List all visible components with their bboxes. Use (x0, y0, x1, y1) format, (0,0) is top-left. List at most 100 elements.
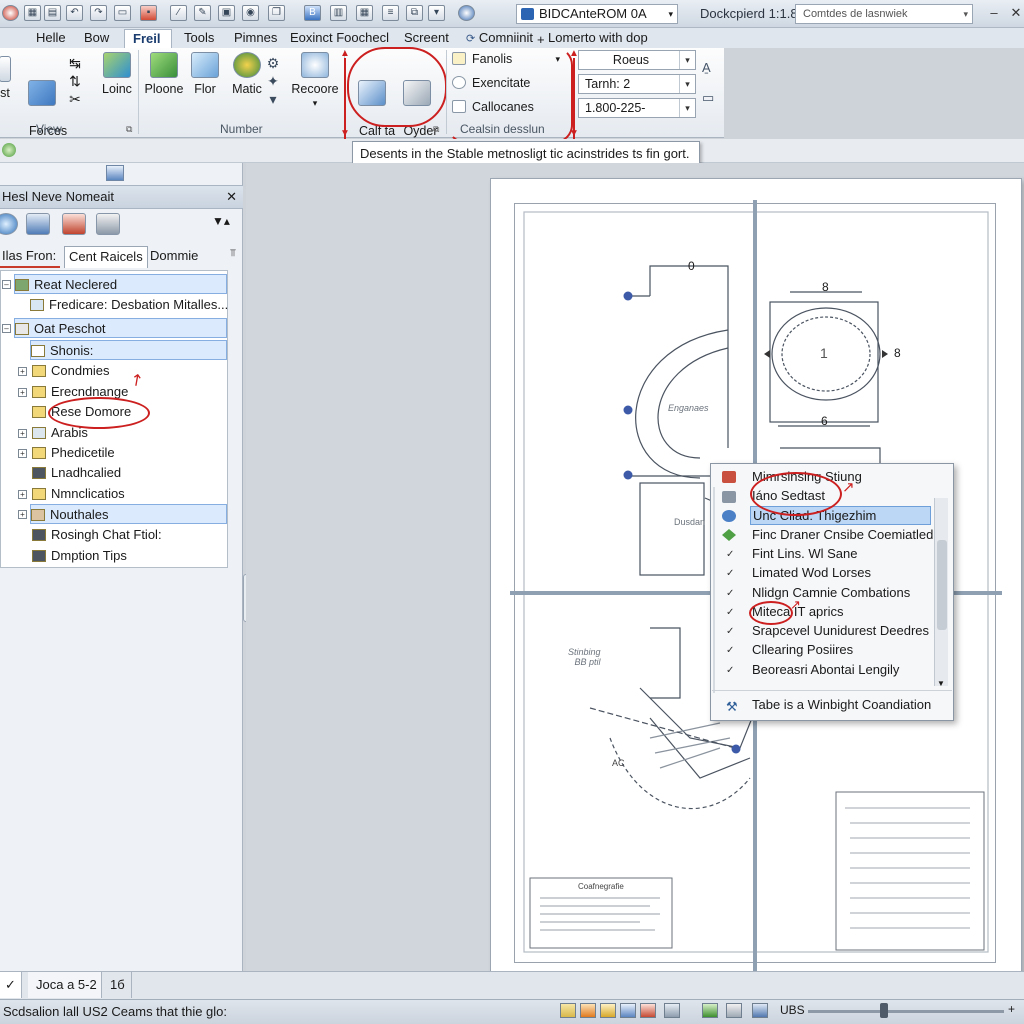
quick-more-icon[interactable]: ▾ (428, 5, 445, 21)
status-icon[interactable] (726, 1003, 742, 1018)
flor-button[interactable]: Flor (190, 52, 220, 96)
expand-icon[interactable]: + (18, 490, 27, 499)
search-input[interactable]: Comtdes de lasnwiek ▾ (795, 4, 973, 24)
tree-node[interactable]: Shonis: (30, 340, 227, 360)
font-icon[interactable]: A̱ (702, 60, 711, 75)
layers-icon[interactable]: ≡ (382, 5, 399, 21)
status-icon[interactable] (640, 1003, 656, 1018)
menu-item[interactable]: Fint Lins. Wl Sane (752, 545, 858, 564)
status-icon[interactable] (580, 1003, 596, 1018)
tree-node[interactable]: Condmies (32, 361, 110, 381)
menu-item[interactable]: Finc Draner Cnsibe Coemiatled (752, 526, 933, 545)
scroll-down-icon[interactable]: ▼ (937, 679, 945, 688)
tree-node[interactable]: Reat Neclered (14, 274, 227, 294)
pen-icon[interactable]: ∕ (170, 5, 187, 21)
status-icon[interactable] (620, 1003, 636, 1018)
blue-app-icon[interactable]: B (304, 5, 321, 21)
expand-icon[interactable]: + (18, 510, 27, 519)
copy-icon[interactable]: ❐ (268, 5, 285, 21)
dialog-launcher-icon[interactable]: ⧉ (433, 124, 439, 135)
expand-icon[interactable]: + (18, 449, 27, 458)
comment-icon[interactable]: ▭ (702, 90, 714, 106)
chevron-down-icon[interactable]: ▾ (668, 5, 673, 23)
tab-dommie[interactable]: Dommie (146, 246, 202, 268)
tree-node[interactable]: Phedicetile (32, 443, 115, 463)
tab-freil[interactable]: Freil (124, 29, 172, 48)
tab-ilas-fron[interactable]: Ilas Fron: (0, 246, 61, 268)
small-tools-button[interactable]: ⚙ ✦ ▾ (262, 54, 284, 108)
expand-icon[interactable]: – (2, 280, 11, 289)
menu-scrollbar[interactable]: ▼ (934, 498, 948, 688)
chevron-down-icon[interactable]: ▾ (679, 99, 695, 117)
tree-node[interactable]: Lnadhcalied (32, 463, 121, 483)
tree-node[interactable]: Fredicare: Desbation Mitalles... (30, 295, 228, 315)
book-icon[interactable] (62, 213, 86, 235)
tab-helle[interactable]: Helle (28, 29, 74, 48)
tab-bow[interactable]: Bow (76, 29, 117, 48)
tab-comniinit[interactable]: ⟳ Comniinit (458, 29, 541, 48)
tree-node[interactable]: Rosingh Chat Ftiol: (32, 525, 162, 545)
save-icon[interactable]: ▤ (44, 5, 61, 21)
tree-node[interactable]: Dmption Tips (32, 546, 127, 566)
bottom-tab-1[interactable]: Joca a 5-2 (28, 972, 102, 998)
image-icon[interactable]: ▣ (218, 5, 235, 21)
close-button[interactable]: ✕ (1004, 4, 1024, 23)
menu-item[interactable]: Cllearing Posiires (752, 641, 853, 660)
ploone-button[interactable]: Ploone (144, 52, 184, 96)
document-name-field[interactable]: BIDCAnteROM 0A ▾ (516, 4, 678, 24)
bottom-tab-2[interactable]: 1б (104, 972, 132, 998)
style-combo[interactable]: Roeus ▾ (578, 50, 696, 70)
sheets-icon[interactable]: ⧉ (406, 5, 423, 21)
status-icon[interactable] (702, 1003, 718, 1018)
menu-item[interactable]: Tabe is a Winbight Coandiation (752, 696, 931, 715)
menu-item[interactable]: Beoreasri Abontai Lengily (752, 661, 899, 680)
zoom-in-icon[interactable]: + (1008, 1002, 1015, 1016)
forces-tools-button[interactable]: Forces Toote ▾ (22, 52, 67, 152)
pin-icon[interactable]: ⫪ (230, 248, 236, 259)
status-icon[interactable] (600, 1003, 616, 1018)
tab-pimnes[interactable]: Pimnes (226, 29, 285, 48)
arrows-button[interactable]: ↹ ⇅ ✂ (66, 54, 84, 108)
tab-eoxinct-foochecl[interactable]: Eoxinct Foochecl (282, 29, 397, 48)
tree-node[interactable]: Oat Peschot (14, 318, 227, 338)
ribbon-edit-button[interactable]: st (0, 56, 12, 100)
number-combo[interactable]: 1.800-225- ▾ (578, 98, 696, 118)
close-icon[interactable]: ✕ (226, 186, 237, 208)
scroll-thumb[interactable] (937, 540, 947, 630)
tree-node[interactable]: Nouthales (30, 504, 227, 524)
loinc-button[interactable]: Loinc (100, 52, 134, 96)
undo-icon[interactable]: ↶ (66, 5, 83, 21)
expand-icon[interactable]: + (18, 367, 27, 376)
print-icon[interactable]: ▭ (114, 5, 131, 21)
tab-cent-raicels[interactable]: Cent Raicels (64, 246, 148, 268)
tab-lomerto-with-dop[interactable]: Lomerto with dop (540, 29, 656, 48)
zoom-slider[interactable] (808, 1010, 1004, 1013)
expand-icon[interactable]: – (2, 324, 11, 333)
expand-icon[interactable]: + (18, 388, 27, 397)
matic-button[interactable]: Matic (228, 52, 266, 96)
chevron-down-icon[interactable]: ▾ (679, 51, 695, 69)
menu-item[interactable]: Limated Wod Lorses (752, 564, 871, 583)
tree-node[interactable]: Nmnclicatios (32, 484, 125, 504)
wrench-icon[interactable] (96, 213, 120, 235)
chevron-down-icon[interactable]: ▾ (963, 5, 968, 23)
tab-screent[interactable]: Screent (396, 29, 457, 48)
zoom-slider-thumb[interactable] (880, 1003, 888, 1018)
camera-icon[interactable]: ◉ (242, 5, 259, 21)
globe-icon[interactable] (458, 5, 475, 21)
monitor-icon[interactable] (26, 213, 50, 235)
status-icon[interactable] (664, 1003, 680, 1018)
status-icon[interactable] (752, 1003, 768, 1018)
size-combo[interactable]: Tarnh: 2 ▾ (578, 74, 696, 94)
status-icon[interactable] (560, 1003, 576, 1018)
filter-icon[interactable]: ▼▴ (212, 214, 230, 228)
recoore-button[interactable]: Recoore ▾ (290, 52, 340, 110)
dialog-launcher-icon[interactable]: ⧉ (126, 124, 132, 135)
panel-grid-icon[interactable] (106, 165, 124, 181)
clipboard-icon[interactable]: ▥ (330, 5, 347, 21)
check-icon[interactable]: ✓ (0, 972, 22, 998)
chevron-down-icon[interactable]: ▾ (679, 75, 695, 93)
grid-icon[interactable]: ▦ (24, 5, 41, 21)
expand-icon[interactable]: + (18, 429, 27, 438)
tree-node[interactable]: Arabis (32, 423, 88, 443)
